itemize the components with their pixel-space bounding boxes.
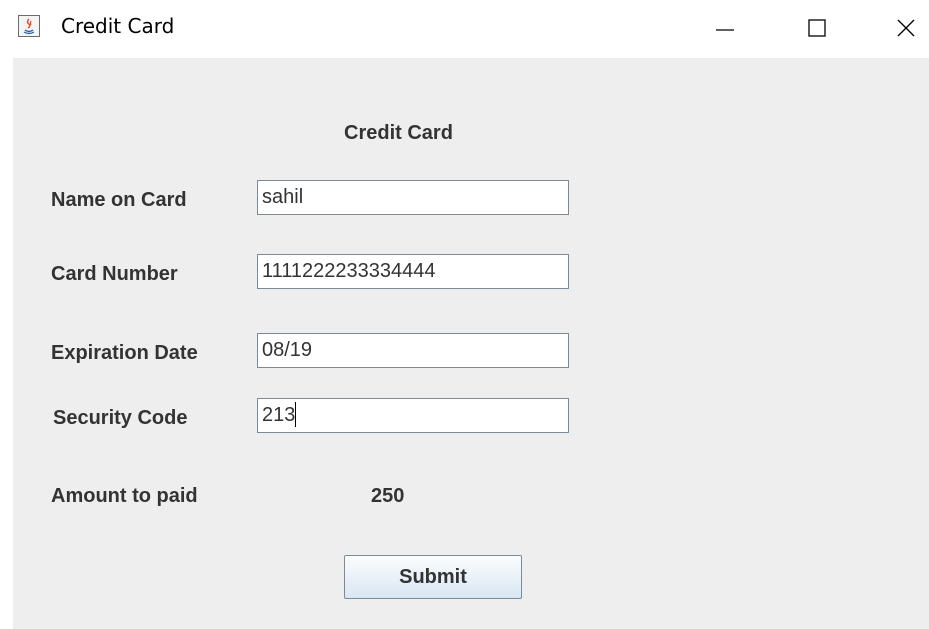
security-code-value: 213 [262, 404, 296, 426]
security-code-input[interactable]: 213 [257, 398, 569, 433]
card-number-input[interactable]: 1111222233334444 [257, 254, 569, 289]
close-icon [896, 18, 916, 38]
expiration-date-value: 08/19 [262, 339, 313, 361]
expiration-date-label: Expiration Date [51, 342, 198, 364]
maximize-icon [807, 18, 827, 38]
security-code-label: Security Code [53, 407, 188, 429]
name-on-card-value: sahil [262, 186, 304, 208]
form-panel: Credit Card Name on Card sahil Card Numb… [13, 58, 929, 629]
name-on-card-input[interactable]: sahil [257, 180, 569, 215]
maximize-button[interactable] [794, 0, 840, 56]
text-caret [295, 401, 297, 427]
amount-value: 250 [371, 485, 405, 507]
card-number-label: Card Number [51, 263, 178, 285]
minimize-button[interactable] [702, 0, 748, 56]
close-button[interactable] [883, 0, 929, 56]
name-on-card-label: Name on Card [51, 189, 187, 211]
minimize-icon [715, 18, 735, 38]
submit-button[interactable]: Submit [344, 555, 522, 599]
window-title: Credit Card [61, 14, 175, 38]
card-number-value: 1111222233334444 [262, 260, 436, 282]
java-app-icon [18, 15, 40, 37]
title-bar: Credit Card [0, 0, 929, 58]
expiration-date-input[interactable]: 08/19 [257, 333, 569, 368]
form-heading: Credit Card [344, 122, 453, 144]
amount-label: Amount to paid [51, 485, 198, 507]
